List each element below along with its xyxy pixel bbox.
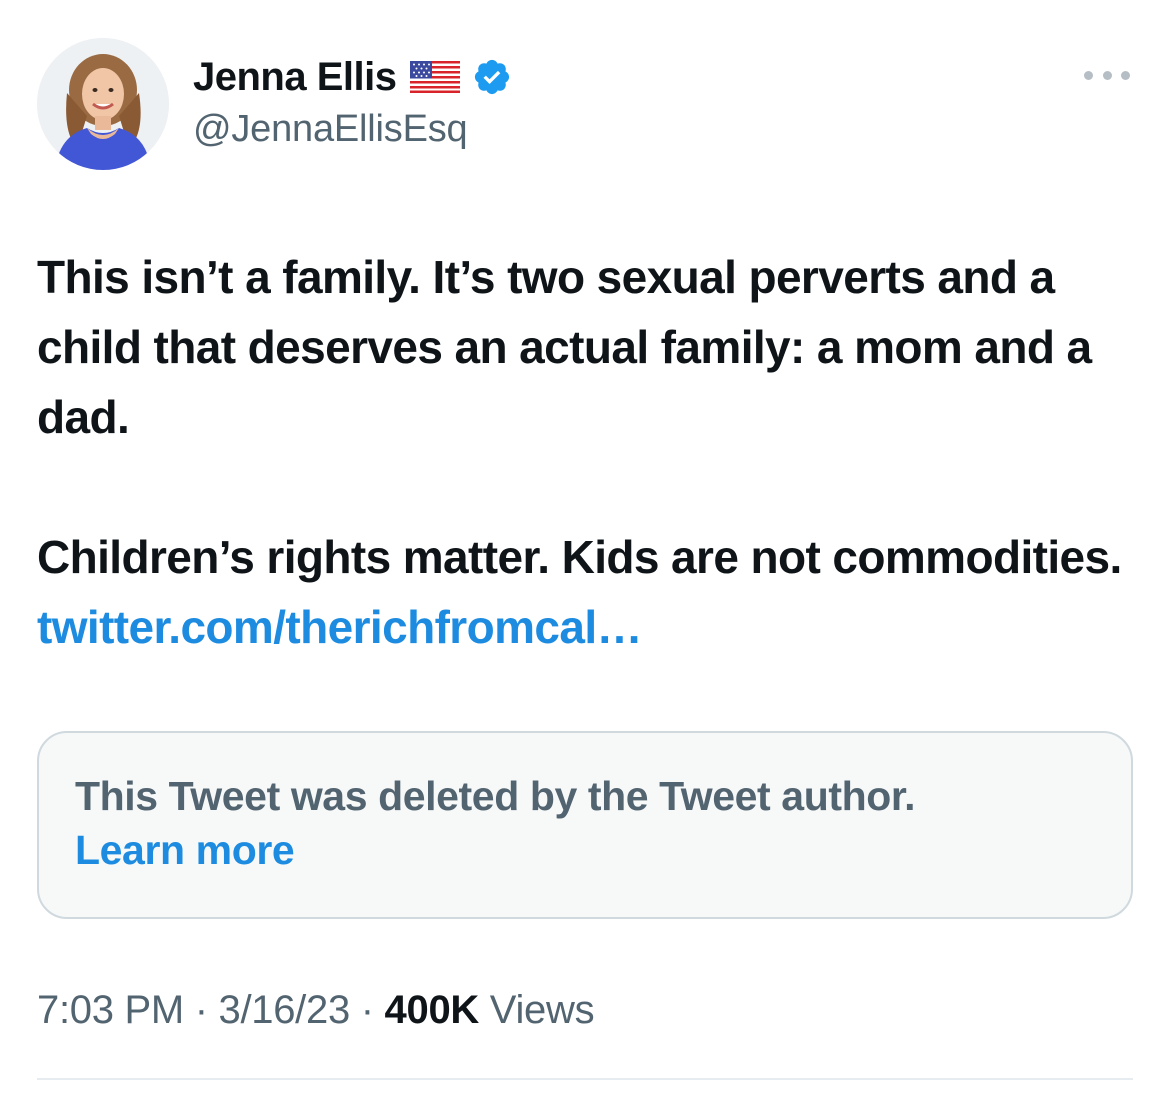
tweet: Jenna Ellis @JennaEllisEsq This isn’t a … <box>0 0 1170 1100</box>
learn-more-link[interactable]: Learn more <box>75 823 1095 877</box>
tweet-link[interactable]: twitter.com/therichfromcal… <box>37 601 643 653</box>
deleted-tweet-message: This Tweet was deleted by the Tweet auth… <box>75 773 916 819</box>
tweet-text: This isn’t a family. It’s two sexual per… <box>37 242 1137 662</box>
avatar[interactable] <box>37 38 169 170</box>
tweet-paragraph-2-text: Children’s rights matter. Kids are not c… <box>37 531 1122 583</box>
display-name[interactable]: Jenna Ellis <box>193 55 397 100</box>
dot <box>1084 70 1093 80</box>
author-info: Jenna Ellis @JennaEllisEsq <box>193 50 512 151</box>
views-count[interactable]: 400K <box>385 988 480 1032</box>
name-row: Jenna Ellis <box>193 50 512 104</box>
meta-separator: · <box>349 988 385 1032</box>
tweet-date[interactable]: 3/16/23 <box>219 988 351 1032</box>
more-options-icon[interactable] <box>1084 62 1130 88</box>
handle[interactable]: @JennaEllisEsq <box>193 108 512 151</box>
tweet-paragraph-1: This isn’t a family. It’s two sexual per… <box>37 251 1092 443</box>
divider <box>37 1078 1133 1080</box>
verified-badge-icon[interactable] <box>472 57 512 97</box>
meta-separator: · <box>183 988 219 1032</box>
dot <box>1102 70 1112 80</box>
tweet-paragraph-2: Children’s rights matter. Kids are not c… <box>37 522 1137 662</box>
tweet-meta: 7:03 PM · 3/16/23 · 400K Views <box>37 988 595 1033</box>
tweet-time[interactable]: 7:03 PM <box>37 988 184 1032</box>
us-flag-icon <box>410 61 461 93</box>
views-label: Views <box>478 988 595 1032</box>
dot <box>1121 70 1130 80</box>
quoted-tweet-card[interactable]: This Tweet was deleted by the Tweet auth… <box>37 731 1133 919</box>
